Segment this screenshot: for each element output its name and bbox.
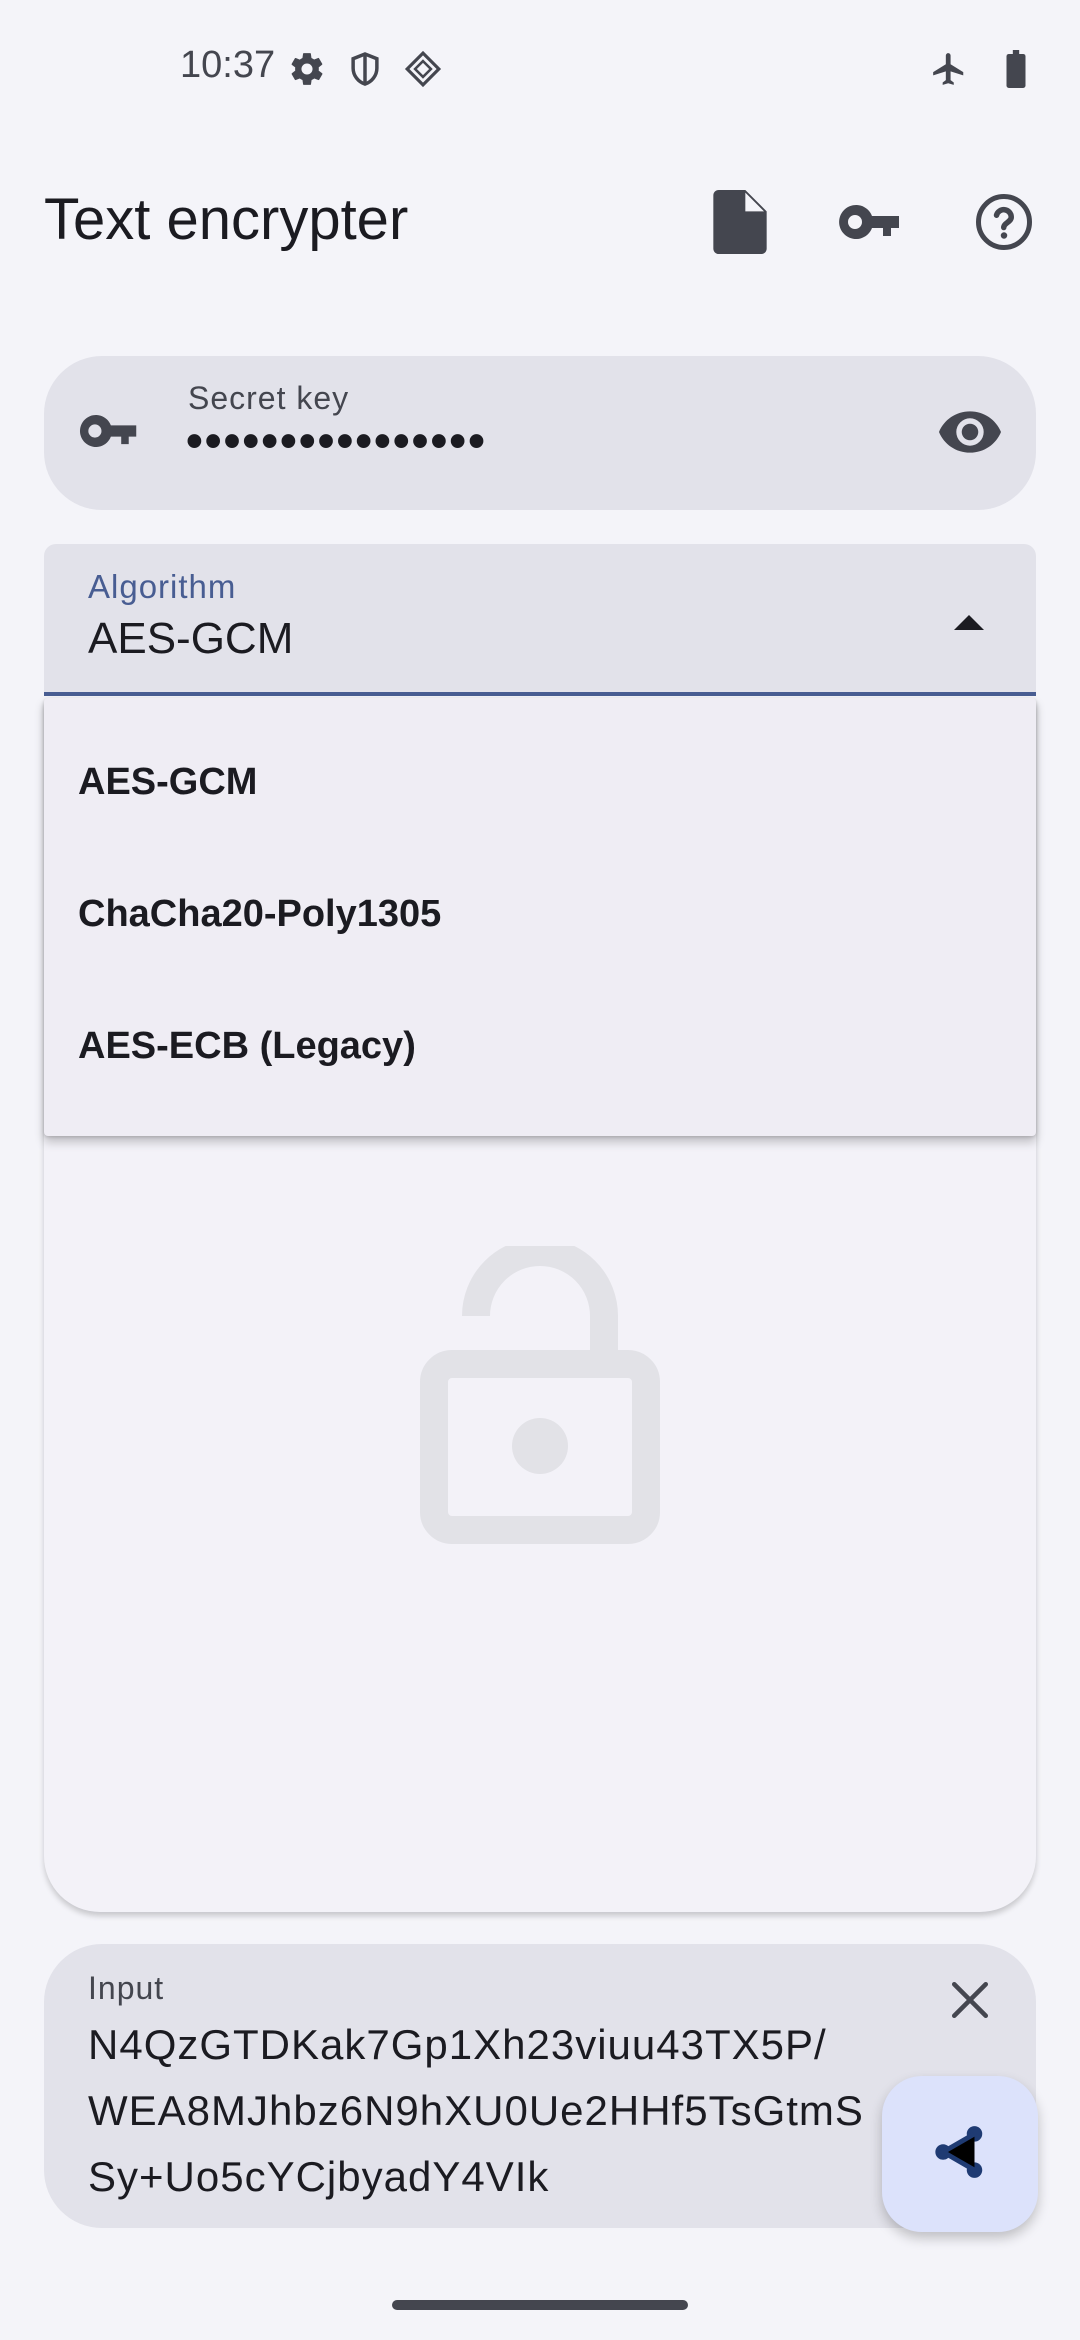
navigation-handle[interactable] — [392, 2300, 688, 2310]
help-icon — [974, 192, 1034, 257]
status-left-icons — [288, 50, 442, 93]
status-right-icons — [930, 50, 1028, 93]
toggle-visibility-button[interactable] — [934, 398, 1006, 470]
input-label: Input — [88, 1970, 165, 2006]
menu-item-chacha20[interactable]: ChaCha20-Poly1305 — [44, 848, 1036, 980]
clear-input-button[interactable] — [930, 1962, 1010, 2042]
settings-icon — [288, 50, 326, 93]
close-icon — [949, 1979, 991, 2026]
menu-item-aes-ecb[interactable]: AES-ECB (Legacy) — [44, 980, 1036, 1112]
open-file-button[interactable] — [690, 174, 790, 274]
battery-icon — [1004, 50, 1028, 93]
key-icon — [78, 412, 140, 455]
menu-item-aes-gcm[interactable]: AES-GCM — [44, 716, 1036, 848]
share-icon — [931, 2123, 989, 2186]
key-icon — [837, 202, 903, 247]
airplane-icon — [930, 50, 968, 93]
unlocked-lock-icon — [420, 1238, 660, 1546]
secret-key-label: Secret key — [188, 380, 350, 416]
input-textarea[interactable]: N4QzGTDKak7Gp1Xh23viuu43TX5P/ WEA8MJhbz6… — [88, 2012, 928, 2210]
input-line: WEA8MJhbz6N9hXU0Ue2HHf5TsGtmS — [88, 2087, 864, 2134]
file-icon — [712, 189, 768, 259]
algorithm-selected-value: AES-GCM — [88, 614, 294, 663]
status-time: 10:37 — [180, 44, 276, 86]
key-button[interactable] — [820, 174, 920, 274]
diamond-icon — [404, 50, 442, 93]
arrow-up-icon[interactable] — [954, 612, 984, 632]
input-line: N4QzGTDKak7Gp1Xh23viuu43TX5P/ — [88, 2021, 827, 2068]
input-line: Sy+Uo5cYCjbyadY4VIk — [88, 2153, 550, 2200]
shield-icon — [346, 50, 384, 93]
secret-key-input[interactable]: •••••••••••••••• — [186, 414, 487, 469]
eye-icon — [939, 410, 1001, 459]
share-button[interactable] — [882, 2076, 1038, 2232]
algorithm-label: Algorithm — [88, 568, 237, 605]
help-button[interactable] — [954, 174, 1054, 274]
page-title: Text encrypter — [44, 187, 409, 252]
algorithm-menu: AES-GCM ChaCha20-Poly1305 AES-ECB (Legac… — [44, 698, 1036, 1136]
